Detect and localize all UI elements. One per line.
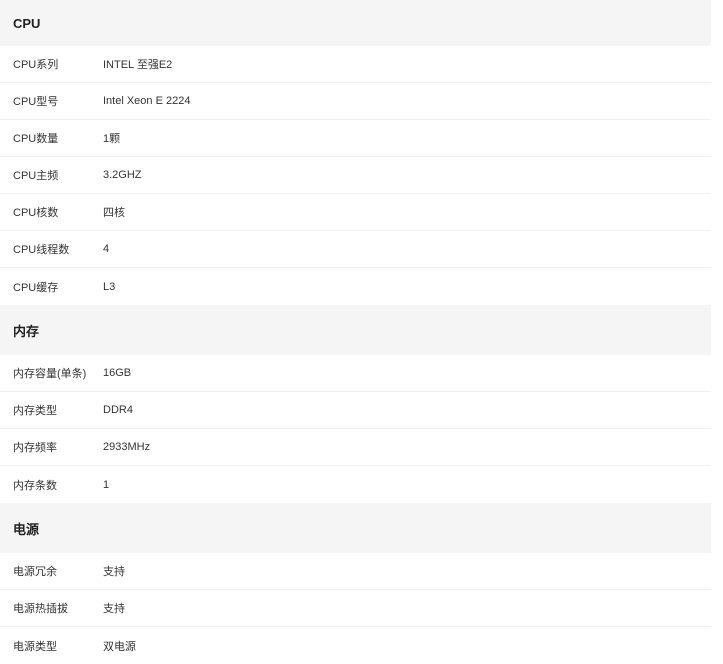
- spec-key: 内存容量(单条): [13, 368, 87, 380]
- spec-key: 内存频率: [13, 442, 57, 454]
- spec-value: 四核: [103, 207, 125, 219]
- section-title: CPU: [0, 0, 711, 46]
- spec-key: 内存条数: [13, 479, 57, 492]
- spec-table: CPU CPU系列 INTEL 至强E2 CPU型号 Intel Xeon E …: [0, 0, 711, 664]
- spec-key: 内存类型: [13, 405, 57, 417]
- spec-key: 电源类型: [13, 640, 57, 653]
- spec-row: CPU系列 INTEL 至强E2: [0, 46, 711, 83]
- section-cpu: CPU CPU系列 INTEL 至强E2 CPU型号 Intel Xeon E …: [0, 0, 711, 305]
- spec-value: 双电源: [103, 640, 136, 653]
- spec-row: 内存频率 2933MHz: [0, 429, 711, 466]
- spec-value: 1: [103, 478, 110, 491]
- spec-value: 支持: [103, 566, 125, 578]
- spec-value: 支持: [103, 603, 125, 615]
- spec-key: CPU缓存: [13, 281, 59, 294]
- spec-key: CPU系列: [13, 59, 59, 71]
- spec-key: 电源冗余: [13, 566, 57, 578]
- spec-key: CPU数量: [13, 133, 59, 145]
- spec-row: CPU数量 1颗: [0, 120, 711, 157]
- spec-value: 4: [103, 243, 110, 255]
- spec-value: 2933MHz: [103, 441, 151, 453]
- section-title: 内存: [0, 305, 711, 355]
- spec-value: 3.2GHZ: [103, 169, 142, 181]
- section-rows: CPU系列 INTEL 至强E2 CPU型号 Intel Xeon E 2224…: [0, 46, 711, 305]
- spec-row: 电源冗余 支持: [0, 553, 711, 590]
- spec-value: 16GB: [103, 367, 132, 379]
- section-title: 电源: [0, 503, 711, 553]
- spec-row: 电源类型 双电源: [0, 627, 711, 664]
- spec-value: Intel Xeon E 2224: [103, 95, 191, 107]
- spec-value: L3: [103, 280, 116, 293]
- spec-row: CPU型号 Intel Xeon E 2224: [0, 83, 711, 120]
- spec-row: 内存类型 DDR4: [0, 392, 711, 429]
- spec-value: 1颗: [103, 133, 121, 145]
- spec-key: CPU核数: [13, 207, 59, 219]
- spec-value: INTEL 至强E2: [103, 59, 173, 71]
- spec-value: DDR4: [103, 404, 133, 416]
- section-rows: 电源冗余 支持 电源热插拔 支持 电源类型 双电源: [0, 553, 711, 664]
- section-power: 电源 电源冗余 支持 电源热插拔 支持 电源类型 双电源: [0, 503, 711, 664]
- spec-row: 内存条数 1: [0, 466, 711, 503]
- spec-key: CPU线程数: [13, 244, 70, 256]
- section-rows: 内存容量(单条) 16GB 内存类型 DDR4 内存频率 2933MHz 内存条…: [0, 355, 711, 503]
- spec-key: CPU型号: [13, 96, 59, 108]
- spec-row: CPU主频 3.2GHZ: [0, 157, 711, 194]
- spec-row: 电源热插拔 支持: [0, 590, 711, 627]
- spec-row: CPU核数 四核: [0, 194, 711, 231]
- section-memory: 内存 内存容量(单条) 16GB 内存类型 DDR4 内存频率 2933MHz …: [0, 305, 711, 503]
- spec-row: CPU缓存 L3: [0, 268, 711, 305]
- spec-key: CPU主频: [13, 170, 59, 182]
- spec-key: 电源热插拔: [13, 603, 68, 615]
- spec-row: CPU线程数 4: [0, 231, 711, 268]
- spec-row: 内存容量(单条) 16GB: [0, 355, 711, 392]
